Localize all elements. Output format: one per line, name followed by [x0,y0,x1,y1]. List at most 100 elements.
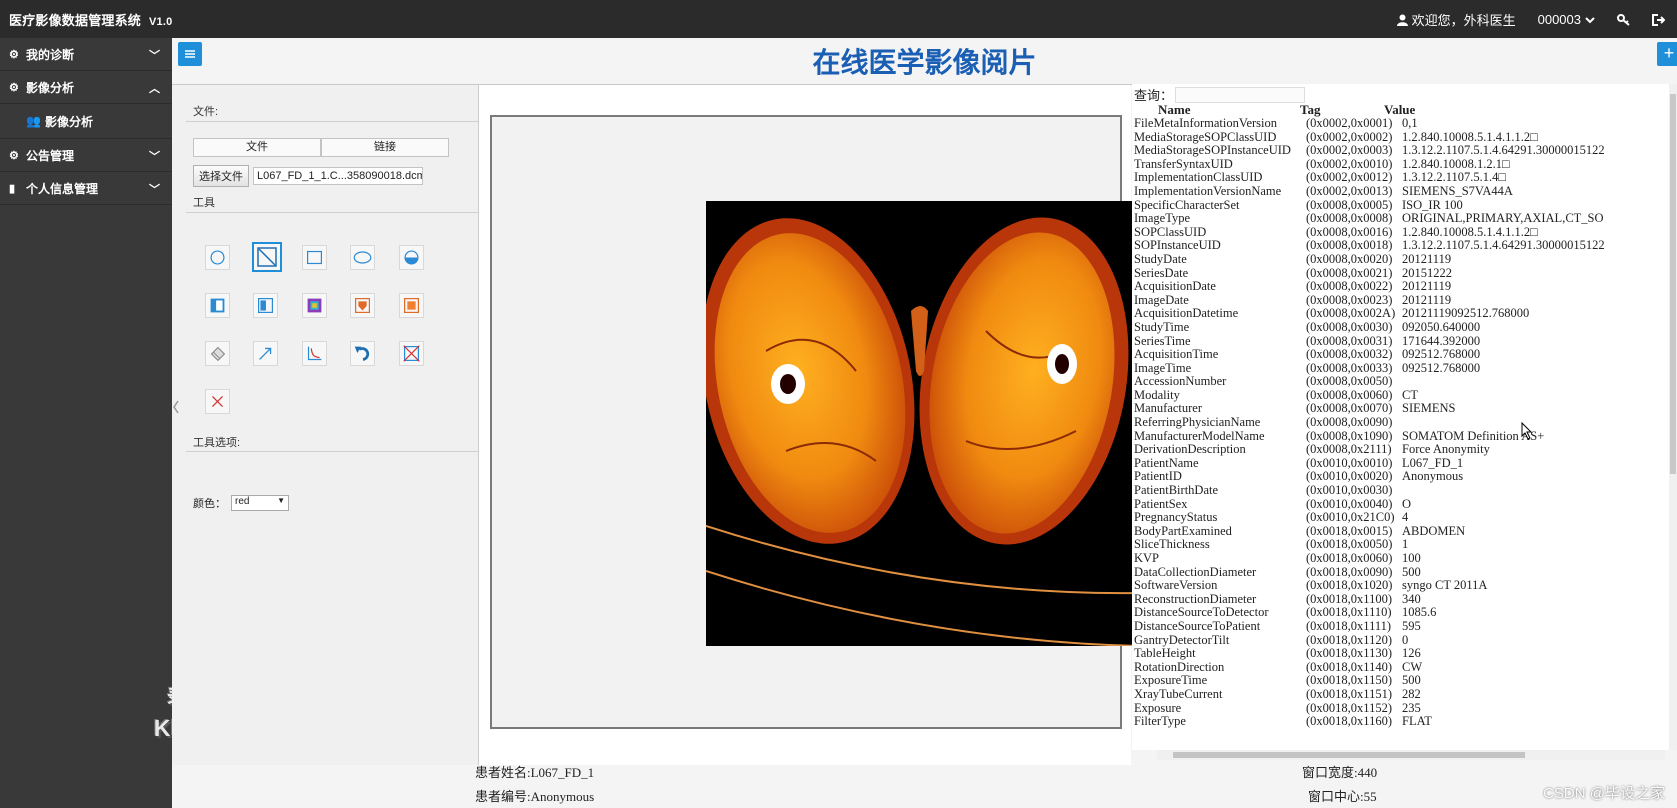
collapse-tools-handle[interactable] [172,387,180,427]
cell-name: StudyDate [1134,251,1187,266]
roi-fill-icon[interactable] [399,293,424,318]
cell-tag: (0x0008,0x0060) [1306,387,1393,402]
eraser-icon[interactable] [205,341,230,366]
cell-name: PregnancyStatus [1134,510,1218,525]
tab-link[interactable]: 链接 [321,138,449,157]
cell-tag: (0x0018,0x0090) [1306,564,1393,579]
cell-name: PatientName [1134,455,1199,470]
color-select[interactable]: red ▼ [231,495,289,511]
shield-filter-icon[interactable] [350,293,375,318]
welcome-user[interactable]: 欢迎您，外科医生 [1396,10,1516,29]
table-row: PatientBirthDate (0x0010,0x0030) [1134,483,1677,498]
cell-value: 20151222 [1402,265,1452,280]
cell-tag: (0x0008,0x0050) [1306,374,1393,389]
undo-icon[interactable] [350,341,375,366]
clear-shapes-icon[interactable] [399,341,424,366]
file-name-field: L067_FD_1_1.C...358090018.dcm [253,167,423,185]
cell-name: AcquisitionDate [1134,279,1216,294]
cell-value: 092050.640000 [1402,319,1481,334]
cell-value: 340 [1402,591,1421,606]
table-row: ImplementationVersionName (0x0002,0x0013)… [1134,183,1677,199]
table-row: FileMetaInformationVersion (0x0002,0x0001… [1134,116,1677,131]
table-row: MediaStorageSOPClassUID (0x0002,0x0002) 1.… [1134,130,1677,145]
cell-tag: (0x0018,0x0060) [1306,551,1393,565]
cell-tag: (0x0018,0x1100) [1306,591,1392,606]
cell-tag: (0x0008,0x0018) [1306,238,1393,253]
table-row: Modality (0x0008,0x0060) CT [1134,387,1677,403]
cell-tag: (0x0008,0x2111) [1306,442,1392,457]
query-input[interactable] [1175,86,1306,103]
cell-name: KVP [1134,551,1160,565]
cell-name: TableHeight [1134,646,1196,661]
table-row: AcquisitionDatetime (0x0008,0x002A) 201211… [1134,307,1677,321]
sidebar-item-announcements[interactable]: ⚙ 公告管理 ﹀ [0,139,172,172]
colormap-icon[interactable] [302,293,327,318]
cell-value: O [1402,496,1412,511]
cell-tag: (0x0008,0x0032) [1306,347,1393,362]
caret-down-icon: ▼ [277,496,285,505]
rectangle-tool-icon[interactable] [302,245,327,270]
sidebar-item-my-diagnosis[interactable]: ⚙ 我的诊断 ﹀ [0,38,172,71]
logout-button[interactable] [1652,13,1665,26]
line-tool-icon[interactable] [252,242,282,272]
dicom-table-body: FileMetaInformationVersion (0x0002,0x0001… [1134,116,1677,729]
user-id-dropdown[interactable]: 000003 [1538,12,1595,27]
cell-name: Modality [1134,387,1180,402]
cell-name: SpecificCharacterSet [1134,197,1240,212]
cell-tag: (0x0008,0x0016) [1306,224,1393,239]
cell-value: 20121119 [1402,292,1452,307]
cell-value: FLAT [1402,714,1432,729]
sidebar-item-personal-info[interactable]: ▮ 个人信息管理 ﹀ [0,172,172,205]
half-circle-tool-icon[interactable] [399,245,424,270]
curve-tool-icon[interactable] [302,341,327,366]
cell-name: MediaStorageSOPInstanceUID [1134,143,1291,158]
divider [186,451,478,452]
cell-name: DistanceSourceToDetector [1134,605,1269,620]
ct-image[interactable] [706,201,1140,646]
tab-file[interactable]: 文件 [193,138,321,157]
window-width-info: 窗口宽度:440 [1302,765,1378,780]
table-row: ReconstructionDiameter (0x0018,0x1100) 340 [1134,591,1677,607]
table-row: DerivationDescription (0x0008,0x2111) Forc… [1134,443,1677,457]
table-row: AcquisitionDate (0x0008,0x0022) 20121119 [1134,280,1677,294]
cell-value: SIEMENS_S7VA44A [1402,183,1513,198]
scroll-thumb[interactable] [1670,94,1676,474]
sidebar-item-image-analysis[interactable]: ⚙ 影像分析 ︿ [0,71,172,104]
cell-tag: (0x0008,0x0005) [1306,197,1393,212]
cell-value: ISO_IR 100 [1402,197,1463,212]
cell-value: L067_FD_1 [1402,455,1464,470]
right-panel-toggle-button[interactable]: + [1657,42,1677,66]
info-horizontal-scrollbar[interactable] [1157,750,1665,760]
invert-icon[interactable] [253,293,278,318]
cell-name: PatientBirthDate [1134,483,1219,498]
info-vertical-scrollbar[interactable] [1669,84,1677,750]
delete-icon[interactable] [205,389,230,414]
cell-tag: (0x0010,0x0040) [1306,496,1393,511]
arrow-tool-icon[interactable] [253,341,278,366]
cell-value: 1.2.840.10008.5.1.4.1.1.2□ [1402,224,1538,239]
cell-value: syngo CT 2011A [1402,578,1488,593]
circle-tool-icon[interactable] [205,245,230,270]
csdn-watermark: CSDN @毕设之家 [1543,785,1665,802]
key-button[interactable] [1617,13,1630,26]
chevron-down-icon: ﹀ [149,50,160,62]
cell-tag: (0x0008,0x0021) [1306,265,1393,280]
cell-name: StudyTime [1134,319,1190,334]
window-level-icon[interactable] [205,293,230,318]
sidebar-subitem-image-analysis[interactable]: 👥 影像分析 [0,104,172,139]
cell-tag: (0x0018,0x1020) [1306,578,1393,593]
table-row: SeriesTime (0x0008,0x0031) 171644.392000 [1134,334,1677,349]
cell-tag: (0x0002,0x0012) [1306,170,1393,185]
cell-tag: (0x0002,0x0013) [1306,183,1393,198]
ellipse-tool-icon[interactable] [350,245,375,270]
scroll-thumb[interactable] [1173,752,1525,758]
choose-file-button[interactable]: 选择文件 [193,165,249,187]
cell-name: AcquisitionDatetime [1134,306,1239,321]
table-header: Name Tag Value [1132,102,1677,117]
table-row: DataCollectionDiameter (0x0018,0x0090) 500 [1134,564,1677,580]
sidebar-item-label: 我的诊断 [26,47,75,62]
cell-name: SOPClassUID [1134,224,1207,239]
table-row: GantryDetectorTilt (0x0018,0x1120) 0 [1134,633,1677,648]
cell-tag: (0x0008,0x0008) [1306,211,1393,226]
cell-tag: (0x0008,0x002A) [1306,306,1396,321]
